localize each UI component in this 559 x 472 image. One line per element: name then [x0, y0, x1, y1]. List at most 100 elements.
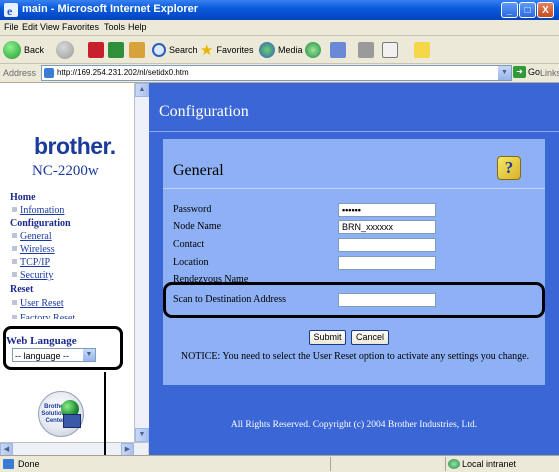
address-label: Address [3, 68, 37, 78]
address-url: http://169.254.231.202/nl/setidx0.htm [57, 68, 189, 77]
nav-link-tcpip[interactable]: TCP/IP [12, 257, 50, 268]
callout-ring-scan-destination [163, 282, 545, 318]
brother-solutions-center-link[interactable]: Brother Solutions Center [38, 391, 84, 437]
media-icon [259, 41, 275, 58]
messenger-button[interactable] [414, 39, 430, 60]
search-icon [152, 42, 166, 57]
menu-help[interactable]: Help [128, 22, 147, 32]
forward-arrow-icon [56, 40, 74, 59]
page-title: Configuration [159, 103, 249, 120]
node-name-field[interactable]: BRN_xxxxxx [338, 220, 436, 234]
copyright-text: All Rights Reserved. Copyright (c) 2004 … [230, 420, 478, 430]
panel-title: General [173, 162, 224, 179]
address-input[interactable]: http://169.254.231.202/nl/setidx0.htm ▼ [41, 65, 512, 81]
print-icon [358, 41, 374, 58]
nav-link-infomation[interactable]: Infomation [12, 205, 64, 216]
address-bar: Address http://169.254.231.202/nl/setidx… [0, 64, 559, 83]
window-titlebar[interactable]: e main - Microsoft Internet Explorer _ □… [0, 0, 559, 20]
svg-text:e: e [7, 4, 13, 17]
menu-file[interactable]: File [4, 22, 19, 32]
model-name: NC-2200w [32, 163, 99, 179]
rendezvous-name-label: Rendezvous Name [173, 274, 249, 282]
page-icon [44, 68, 54, 78]
location-field[interactable] [338, 256, 436, 270]
cancel-button[interactable]: Cancel [351, 330, 389, 345]
scroll-down-button[interactable]: ▼ [135, 428, 149, 442]
stop-icon [88, 41, 104, 58]
media-label: Media [278, 44, 303, 55]
edit-button[interactable] [382, 39, 398, 60]
home-button[interactable] [129, 39, 145, 60]
notice-text: NOTICE: You need to select the User Rese… [180, 351, 530, 362]
back-arrow-icon [3, 40, 21, 59]
stop-button[interactable] [88, 39, 104, 60]
mail-icon [330, 41, 346, 58]
nav-link-general[interactable]: General [12, 231, 52, 242]
back-label: Back [24, 44, 45, 55]
refresh-button[interactable] [108, 39, 124, 60]
internet-explorer-icon: e [4, 3, 18, 17]
favorites-button[interactable]: ★ Favorites [200, 39, 253, 60]
nav-heading-home[interactable]: Home [10, 192, 36, 203]
menu-bar: File Edit View Favorites Tools Help [0, 20, 559, 36]
mail-button[interactable] [330, 39, 346, 60]
scroll-up-button[interactable]: ▲ [135, 83, 149, 97]
callout-ring-language [3, 326, 123, 370]
node-name-label: Node Name [173, 221, 222, 232]
favorites-label: Favorites [216, 44, 254, 55]
security-zone-text: Local intranet [462, 459, 517, 469]
nav-heading-configuration: Configuration [10, 218, 71, 229]
nav-link-user-reset[interactable]: User Reset [12, 298, 64, 309]
intranet-zone-icon [448, 459, 460, 469]
password-field[interactable]: •••••• [338, 203, 436, 217]
computer-icon [63, 414, 81, 428]
nav-frame-hscrollbar[interactable]: ◀ ▶ [0, 442, 148, 456]
close-button[interactable]: X [537, 2, 554, 18]
contact-label: Contact [173, 239, 205, 250]
search-button[interactable]: Search [152, 39, 198, 60]
go-button[interactable]: ➜ Go [513, 66, 540, 78]
media-button[interactable]: Media [259, 39, 303, 60]
nav-link-security[interactable]: Security [12, 270, 53, 281]
status-divider [330, 457, 331, 471]
brother-logo: brother. [34, 133, 116, 159]
navigation-frame: brother. NC-2200w Home Infomation Config… [0, 83, 135, 442]
links-label[interactable]: Links [540, 68, 559, 78]
menu-tools[interactable]: Tools [104, 22, 125, 32]
history-icon [305, 41, 321, 58]
panel-divider [163, 188, 545, 189]
menu-view[interactable]: View [40, 22, 59, 32]
back-button[interactable]: Back [3, 39, 44, 60]
home-icon [129, 41, 145, 58]
go-label: Go [528, 67, 541, 77]
search-label: Search [169, 44, 198, 55]
menu-favorites[interactable]: Favorites [62, 22, 99, 32]
chevron-down-icon[interactable]: ▼ [498, 66, 511, 80]
page-done-icon [3, 459, 14, 469]
edit-page-icon [382, 41, 398, 58]
history-button[interactable] [305, 39, 321, 60]
title-divider [149, 131, 559, 132]
status-divider [445, 457, 446, 471]
help-icon[interactable]: ? [497, 156, 521, 180]
maximize-button[interactable]: □ [519, 2, 536, 18]
contact-field[interactable] [338, 238, 436, 252]
print-button[interactable] [358, 39, 374, 60]
password-label: Password [173, 204, 212, 215]
content-frame: Configuration General ? Password •••••• … [149, 83, 559, 455]
menu-edit[interactable]: Edit [22, 22, 38, 32]
nav-link-wireless[interactable]: Wireless [12, 244, 55, 255]
refresh-icon [108, 41, 124, 58]
location-label: Location [173, 257, 209, 268]
forward-button[interactable] [56, 39, 74, 60]
status-bar: Done Local intranet [0, 455, 559, 472]
status-text: Done [18, 459, 40, 469]
nav-frame-scrollbar[interactable]: ▲ ▼ [134, 83, 149, 442]
folder-icon [414, 41, 430, 58]
nav-link-factory-reset[interactable]: Factory Reset [12, 313, 75, 319]
window-title: main - Microsoft Internet Explorer [22, 3, 199, 15]
general-settings-panel: General ? Password •••••• Node Name BRN_… [163, 139, 545, 385]
toolbar: Back Search ★ Favorites Media [0, 36, 559, 64]
submit-button[interactable]: Submit [309, 330, 346, 345]
minimize-button[interactable]: _ [501, 2, 518, 18]
